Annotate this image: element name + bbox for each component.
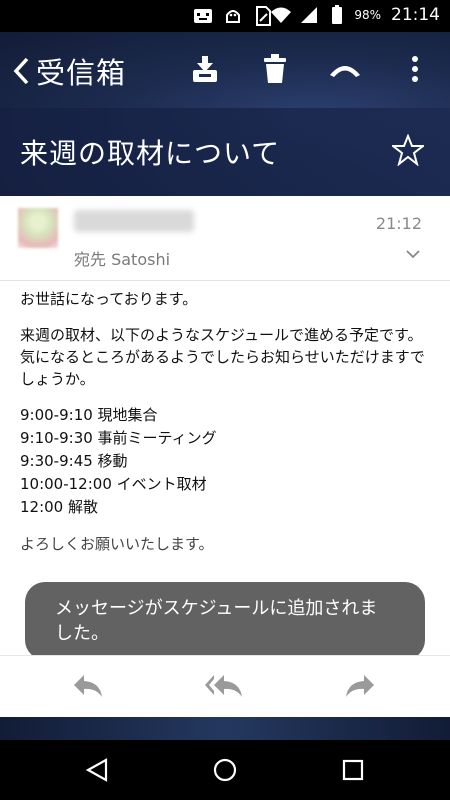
greeting: お世話になっております。	[20, 290, 198, 308]
reply-all-icon[interactable]	[204, 670, 244, 702]
recipient: 宛先 Satoshi	[74, 250, 171, 269]
status-bar: 98% 21:14	[0, 0, 450, 32]
schedule-item: 12:00 解散	[20, 498, 98, 516]
toast-text: メッセージがスケジュールに追加されました。	[55, 598, 378, 644]
status-right: 98% 21:14	[270, 5, 440, 25]
star-icon[interactable]	[390, 133, 426, 170]
email-time: 21:12	[375, 214, 422, 233]
archive-icon[interactable]	[188, 52, 222, 86]
chevron-down-icon[interactable]	[406, 244, 420, 263]
status-left-icons	[192, 6, 274, 26]
sender-name-blurred	[74, 210, 194, 232]
toast-message: メッセージがスケジュールに追加されました。	[25, 582, 425, 660]
schedule-item: 9:00-9:10 現地集合	[20, 406, 158, 424]
body-paragraph: 来週の取材、以下のようなスケジュールで進める予定です。 気になるところがあるよう…	[20, 326, 425, 388]
back-to-inbox-button[interactable]: 受信箱	[12, 50, 126, 92]
footer-strip	[0, 717, 450, 740]
more-vert-icon[interactable]	[398, 52, 432, 86]
forward-icon[interactable]	[340, 670, 380, 702]
wifi-icon	[270, 5, 292, 25]
trash-icon[interactable]	[258, 52, 292, 86]
email-body: お世話になっております。 来週の取材、以下のようなスケジュールで進める予定です。…	[20, 288, 430, 555]
header: 受信箱 来週の取材について	[0, 32, 450, 196]
battery-icon	[326, 5, 348, 25]
schedule-item: 9:30-9:45 移動	[20, 452, 128, 470]
recents-nav-icon[interactable]	[338, 755, 368, 785]
toolbar: 受信箱	[0, 32, 450, 108]
clock: 21:14	[391, 5, 440, 25]
back-nav-icon[interactable]	[82, 755, 112, 785]
email-subject: 来週の取材について	[20, 137, 281, 170]
schedule-item: 10:00-12:00 イベント取材	[20, 475, 207, 493]
sender-row: 宛先 Satoshi 21:12	[0, 196, 450, 281]
reply-icon[interactable]	[68, 670, 108, 702]
android-icon	[222, 6, 244, 26]
boomerang-icon[interactable]	[328, 52, 362, 86]
avatar	[18, 208, 58, 248]
battery-percent: 98%	[354, 8, 381, 22]
subject-row: 来週の取材について	[0, 108, 450, 196]
schedule-item: 9:10-9:30 事前ミーティング	[20, 429, 217, 447]
schedule-list: 9:00-9:10 現地集合 9:10-9:30 事前ミーティング 9:30-9…	[20, 404, 430, 519]
android-nav-bar	[0, 740, 450, 800]
signal-icon	[298, 5, 320, 25]
closing: よろしくお願いいたします。	[20, 535, 214, 553]
action-bar	[0, 655, 450, 718]
chevron-left-icon	[13, 57, 29, 85]
notification-icon	[192, 6, 214, 26]
inbox-label: 受信箱	[36, 56, 127, 90]
home-nav-icon[interactable]	[210, 755, 240, 785]
